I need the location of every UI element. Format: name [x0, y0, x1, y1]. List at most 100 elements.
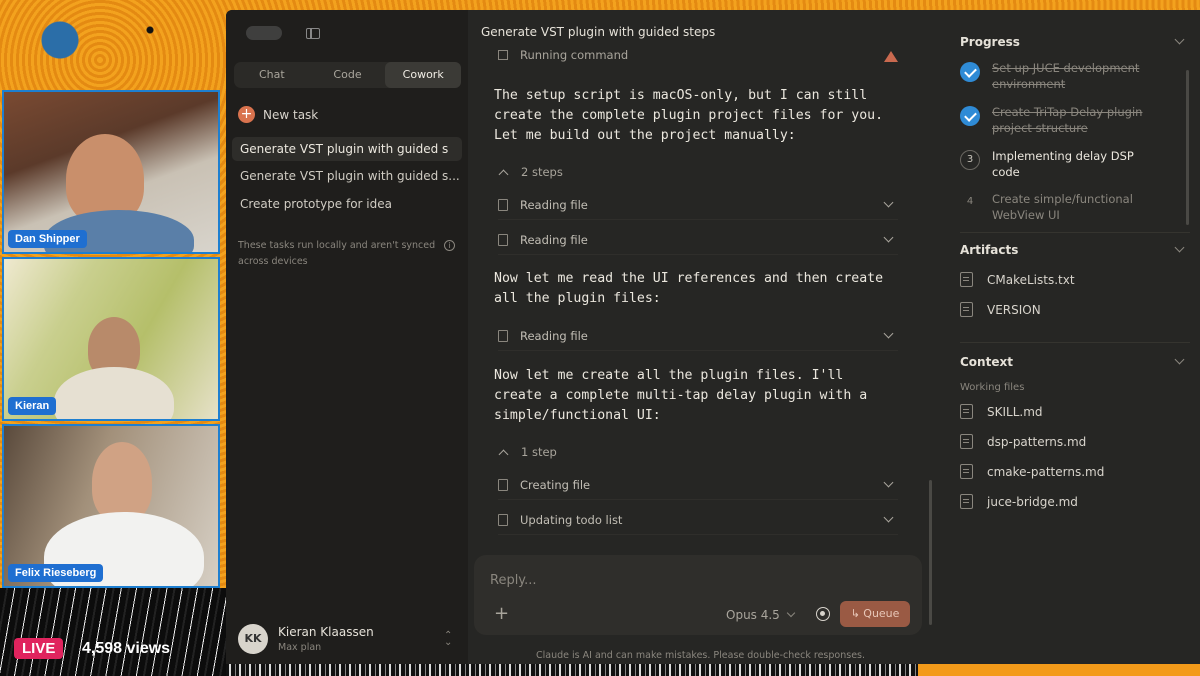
queue-label: Queue [863, 607, 900, 620]
side-panel: Progress Set up JUCE development environ… [938, 10, 1200, 664]
file-icon [960, 494, 973, 509]
queue-button[interactable]: ↳ Queue [840, 601, 910, 627]
step-number: 3 [960, 150, 980, 170]
chat-area: Generate VST plugin with guided steps Ru… [468, 10, 938, 664]
step-label: Updating todo list [520, 512, 623, 527]
progress-label: Implementing delay DSP code [992, 149, 1134, 179]
working-file-item[interactable]: cmake-patterns.md [960, 464, 1104, 479]
file-icon [960, 404, 973, 419]
artifact-item[interactable]: VERSION [960, 302, 1041, 317]
artifacts-title: Artifacts [960, 243, 1019, 257]
step-updating-todo[interactable]: Updating todo list [498, 505, 898, 535]
steps-group-toggle[interactable]: 2 steps [498, 157, 898, 187]
file-name: cmake-patterns.md [987, 464, 1105, 479]
task-item[interactable]: Generate VST plugin with guided s... [232, 164, 462, 188]
participant-name-tag: Kieran [8, 397, 57, 415]
task-item[interactable]: Create prototype for idea [232, 192, 462, 216]
step-reading-file[interactable]: Reading file [498, 225, 898, 255]
task-item[interactable]: Generate VST plugin with guided s [232, 137, 462, 161]
plus-icon: + [238, 106, 255, 123]
chevron-down-icon[interactable] [1174, 34, 1185, 45]
mode-tabs: Chat Code Cowork [234, 62, 462, 88]
step-creating-file[interactable]: Creating file [498, 470, 898, 500]
sidebar-toggle-icon[interactable] [306, 27, 320, 39]
sync-note: These tasks run locally and aren't synce… [238, 240, 436, 267]
record-icon[interactable] [816, 607, 830, 621]
file-icon [960, 434, 973, 449]
user-name: Kieran Klaassen [278, 625, 374, 639]
chevron-down-icon[interactable] [1174, 242, 1185, 253]
artifact-name: VERSION [987, 302, 1041, 317]
user-plan: Max plan [278, 642, 322, 653]
warning-icon [884, 51, 898, 62]
progress-label: Create simple/functional WebView UI [992, 192, 1133, 222]
running-command-step[interactable]: Running command [498, 48, 628, 62]
step-number: 4 [966, 196, 974, 207]
file-icon [960, 464, 973, 479]
camera-tile-dan: Dan Shipper [2, 90, 220, 254]
message-composer: Reply... + Opus 4.5 ↳ Queue [474, 555, 922, 635]
steps-count: 1 step [521, 445, 557, 459]
assistant-message: Now let me create all the plugin files. … [494, 368, 868, 423]
context-title: Context [960, 355, 1013, 369]
file-name: dsp-patterns.md [987, 434, 1087, 449]
check-icon [960, 62, 980, 82]
chevron-down-icon [883, 197, 894, 208]
progress-item: Create TriTap Delay plugin project struc… [960, 104, 1160, 136]
new-task-label: New task [263, 107, 319, 122]
steps-group-toggle[interactable]: 1 step [498, 437, 898, 467]
user-account[interactable]: KK Kieran Klaassen Max plan [238, 624, 374, 654]
model-label: Opus 4.5 [726, 608, 780, 622]
section-divider [960, 342, 1190, 343]
chevron-down-icon [883, 512, 894, 523]
participant-name-tag: Felix Rieseberg [8, 564, 104, 582]
tab-code[interactable]: Code [310, 62, 386, 88]
step-label: Reading file [520, 197, 588, 212]
file-icon [960, 302, 973, 317]
new-task-button[interactable]: + New task [238, 106, 318, 123]
tab-cowork[interactable]: Cowork [385, 62, 462, 88]
chevron-down-icon[interactable] [1174, 354, 1185, 365]
chat-scrollbar[interactable] [929, 480, 932, 625]
reply-input[interactable]: Reply... [490, 573, 537, 588]
progress-item: 4 Create simple/functional WebView UI [960, 191, 1160, 223]
progress-title: Progress [960, 35, 1020, 49]
add-attachment-icon[interactable]: + [494, 603, 509, 624]
chevron-up-icon [498, 169, 509, 179]
progress-label: Set up JUCE development environment [992, 61, 1140, 91]
app-window: Chat Code Cowork + New task Generate VST… [226, 10, 1200, 664]
section-divider [960, 232, 1190, 233]
chevron-down-icon [786, 608, 796, 618]
participant-video [92, 442, 152, 522]
stream-background [0, 588, 226, 676]
info-icon[interactable]: i [444, 240, 455, 251]
window-controls[interactable] [246, 26, 282, 40]
chevron-down-icon [883, 232, 894, 243]
view-count: 4,598 views [82, 640, 171, 657]
working-file-item[interactable]: dsp-patterns.md [960, 434, 1086, 449]
progress-item: Set up JUCE development environment [960, 60, 1160, 92]
file-name: SKILL.md [987, 404, 1043, 419]
progress-scrollbar[interactable] [1186, 70, 1189, 225]
step-label: Creating file [520, 477, 591, 492]
model-selector[interactable]: Opus 4.5 [726, 608, 796, 622]
artifact-item[interactable]: CMakeLists.txt [960, 272, 1075, 287]
chevron-down-icon [883, 477, 894, 488]
participant-shirt [54, 367, 174, 419]
assistant-message: The setup script is macOS-only, but I ca… [494, 88, 884, 143]
working-file-item[interactable]: SKILL.md [960, 404, 1043, 419]
working-file-item[interactable]: juce-bridge.md [960, 494, 1078, 509]
step-reading-file[interactable]: Reading file [498, 190, 898, 220]
step-label: Reading file [520, 232, 588, 247]
tab-chat[interactable]: Chat [234, 62, 310, 88]
file-icon [498, 478, 508, 491]
avatar: KK [238, 624, 268, 654]
chevron-updown-icon[interactable]: ⌃ ⌄ [444, 631, 452, 648]
file-icon [498, 233, 508, 246]
progress-item: 3 Implementing delay DSP code [960, 148, 1160, 180]
assistant-message: Now let me read the UI references and th… [494, 271, 884, 306]
sidebar: Chat Code Cowork + New task Generate VST… [226, 10, 468, 664]
live-badge: LIVE [14, 638, 64, 659]
list-icon [498, 513, 508, 526]
step-reading-file[interactable]: Reading file [498, 321, 898, 351]
